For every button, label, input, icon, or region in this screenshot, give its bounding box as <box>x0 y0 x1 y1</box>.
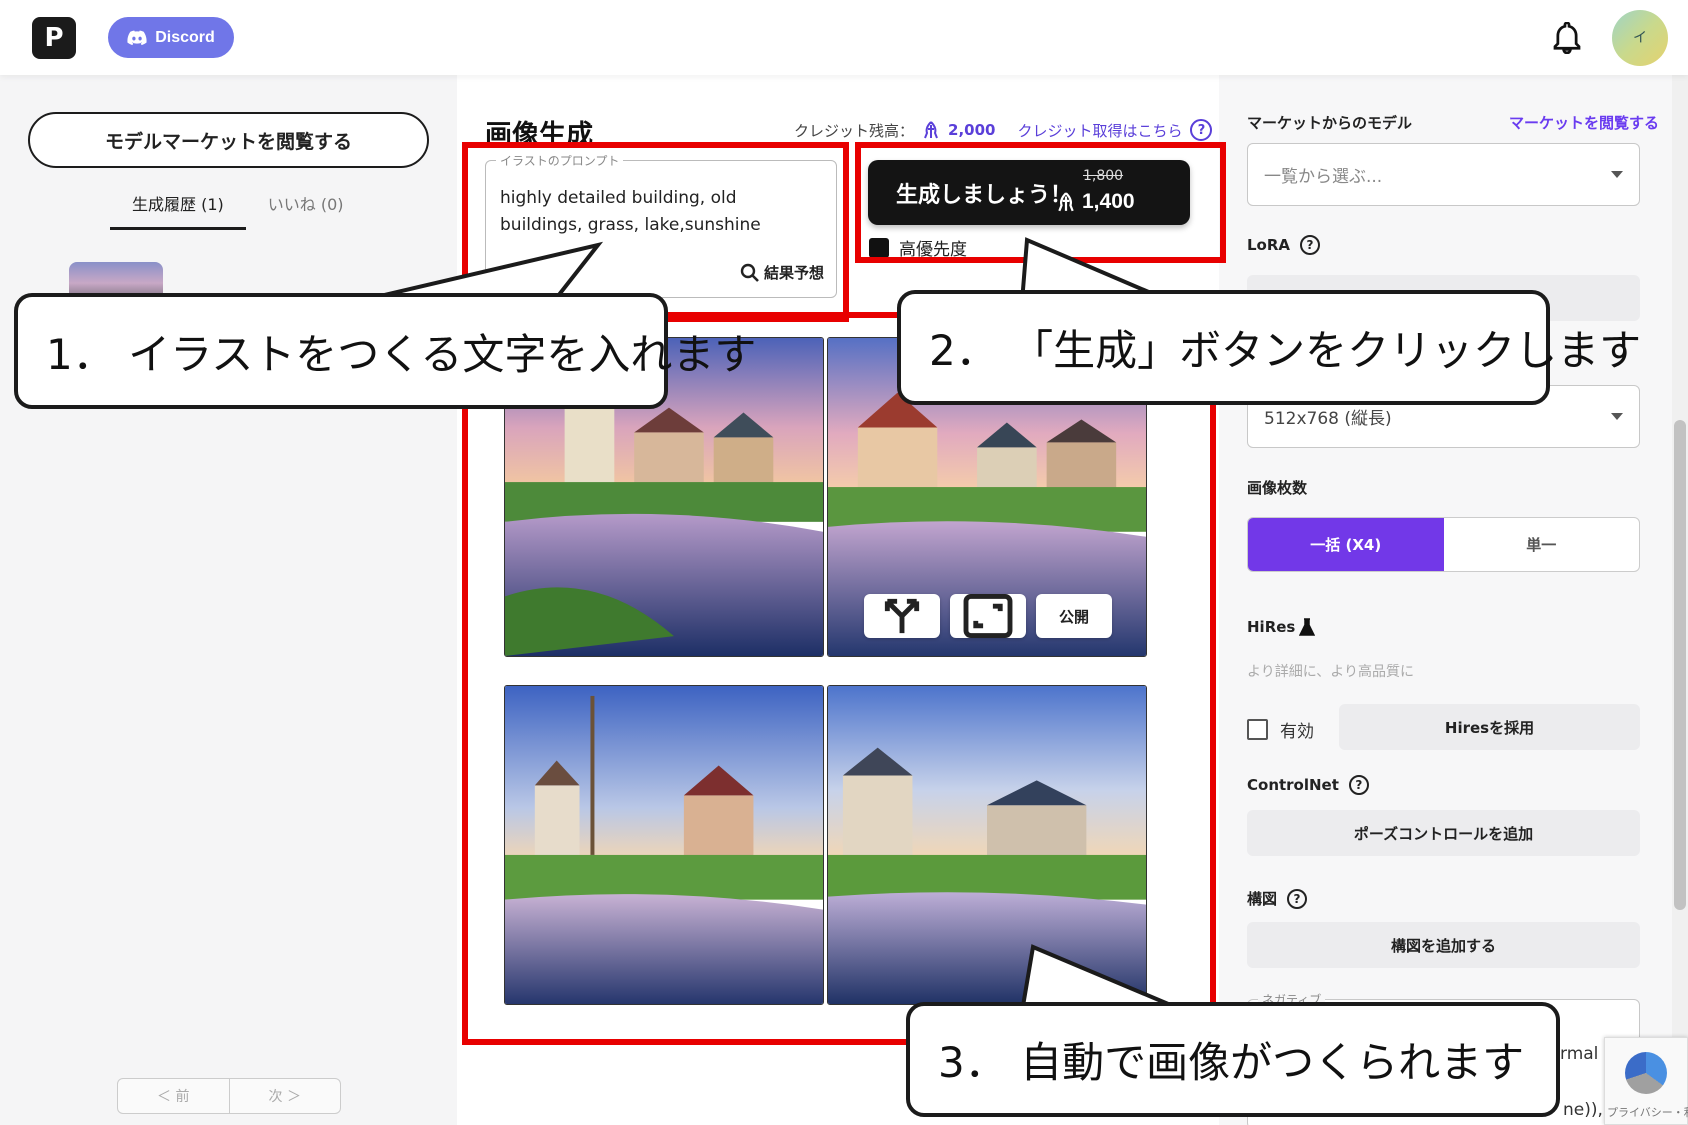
model-placeholder: 一覧から選ぶ... <box>1264 167 1383 187</box>
browse-market-button[interactable]: モデルマーケットを閲覧する <box>28 112 429 168</box>
app-logo[interactable]: P <box>32 17 76 59</box>
flask-icon <box>1299 618 1316 636</box>
negative-text-1: rmal <box>1560 1044 1599 1064</box>
next-page-button[interactable]: 次 ＞ <box>228 1079 341 1113</box>
generated-image-3[interactable] <box>504 685 824 1005</box>
help-icon[interactable]: ? <box>1300 235 1321 255</box>
priority-label: 高優先度 <box>899 240 967 260</box>
count-toggle: 一括 (X4) 単一 <box>1247 517 1640 572</box>
credit-icon <box>1058 192 1074 212</box>
help-icon[interactable]: ? <box>1190 119 1213 141</box>
page-title: 画像生成 <box>485 120 593 151</box>
recaptcha-text: プライバシー・利用規約 <box>1607 1106 1688 1119</box>
pager: ＜ 前 次 ＞ <box>117 1078 341 1114</box>
prompt-legend: イラストのプロンプト <box>496 152 624 169</box>
controlnet-label: ControlNet <box>1247 776 1339 794</box>
hires-checkbox[interactable] <box>1247 719 1268 740</box>
prev-page-button[interactable]: ＜ 前 <box>118 1079 229 1113</box>
credit-icon <box>924 121 938 139</box>
predict-label: 結果予想 <box>763 264 824 282</box>
left-sidebar: モデルマーケットを閲覧する 生成履歴 (1) いいね (0) ＜ 前 次 ＞ <box>0 75 457 1125</box>
controlnet-section: ControlNet ? <box>1247 775 1369 795</box>
composition-section: 構図 ? <box>1247 888 1308 909</box>
priority-checkbox[interactable] <box>869 237 889 258</box>
generate-label: 生成しましょう！ <box>896 183 1073 208</box>
settings-panel: マーケットからのモデル マーケットを閲覧する 一覧から選ぶ... LoRA ? … <box>1219 75 1672 1125</box>
hires-hint: より詳細に、より高品質に <box>1247 664 1415 680</box>
scrollbar[interactable] <box>1672 75 1688 1125</box>
publish-button[interactable]: 公開 <box>1036 594 1112 638</box>
tab-likes[interactable]: いいね (0) <box>246 190 366 230</box>
bell-icon[interactable] <box>1553 22 1581 54</box>
browse-market-link[interactable]: マーケットを閲覧する <box>1509 112 1659 133</box>
annotation-step-2: 2． 「生成」ボタンをクリックします <box>897 290 1641 405</box>
credit-value: 2,000 <box>948 121 996 139</box>
hires-enable-label: 有効 <box>1280 722 1314 742</box>
priority-option[interactable]: 高優先度 <box>869 235 967 260</box>
credit-label: クレジット残高： <box>794 121 915 140</box>
bubble-1-tail <box>380 241 604 298</box>
count-batch-option[interactable]: 一括 (X4) <box>1248 518 1444 571</box>
composition-label: 構図 <box>1247 890 1278 908</box>
search-icon <box>740 263 759 282</box>
lora-label: LoRA <box>1247 236 1291 254</box>
get-credit-link[interactable]: クレジット取得はこちら <box>1017 120 1182 141</box>
discord-label: Discord <box>155 28 215 46</box>
annotation-step-3: 3． 自動で画像がつくられます <box>906 1002 1560 1117</box>
bubble-3-tail <box>1020 944 1174 1008</box>
chevron-down-icon <box>1611 171 1623 178</box>
split-icon <box>884 598 920 634</box>
predict-button[interactable]: 結果予想 <box>740 262 824 283</box>
size-value: 512x768 (縦長) <box>1264 409 1392 429</box>
credit-balance: クレジット残高： 2,000 クレジット取得はこちら ? <box>794 119 1213 141</box>
landscape-image <box>505 686 823 1004</box>
help-icon[interactable]: ? <box>1348 775 1369 795</box>
add-composition-button[interactable]: 構図を追加する <box>1247 922 1640 968</box>
help-icon[interactable]: ? <box>1287 888 1308 909</box>
negative-text-2: ne)), <box>1563 1100 1603 1120</box>
generate-cost: 1,400 <box>1056 190 1135 214</box>
add-pose-control-button[interactable]: ポーズコントロールを追加 <box>1247 810 1640 856</box>
generate-old-cost: 1,800 <box>1083 168 1124 184</box>
history-thumbnail[interactable] <box>69 262 163 297</box>
model-select[interactable]: 一覧から選ぶ... <box>1247 143 1640 206</box>
user-avatar[interactable]: イ <box>1612 10 1668 66</box>
recaptcha-icon <box>1625 1052 1667 1094</box>
chevron-down-icon <box>1611 413 1623 420</box>
generate-button[interactable]: 生成しましょう！ 1,800 1,400 <box>868 160 1190 225</box>
recaptcha-badge[interactable]: プライバシー・利用規約 <box>1604 1037 1688 1125</box>
image-actions: 公開 <box>864 594 1112 638</box>
generate-cost-value: 1,400 <box>1082 190 1135 213</box>
expand-icon <box>963 594 1013 638</box>
hires-section: HiRes <box>1247 618 1316 636</box>
lora-section: LoRA ? <box>1247 235 1321 255</box>
count-single-option[interactable]: 単一 <box>1444 518 1640 571</box>
scrollbar-thumb[interactable] <box>1674 420 1686 910</box>
annotation-step-1: 1． イラストをつくる文字を入れます <box>14 293 756 409</box>
discord-icon <box>127 30 147 45</box>
hires-apply-button[interactable]: Hiresを採用 <box>1339 704 1640 750</box>
count-label: 画像枚数 <box>1247 479 1308 497</box>
variation-button[interactable] <box>864 594 940 638</box>
tab-history[interactable]: 生成履歴 (1) <box>110 190 246 230</box>
hires-label: HiRes <box>1247 618 1296 636</box>
model-label: マーケットからのモデル <box>1247 114 1413 132</box>
discord-button[interactable]: Discord <box>108 17 234 58</box>
prompt-text[interactable]: highly detailed building, old buildings,… <box>500 185 820 239</box>
expand-button[interactable] <box>950 594 1026 638</box>
hires-enable[interactable]: 有効 <box>1247 717 1314 742</box>
top-bar: P Discord イ <box>0 0 1688 75</box>
history-tabs: 生成履歴 (1) いいね (0) <box>110 190 366 230</box>
